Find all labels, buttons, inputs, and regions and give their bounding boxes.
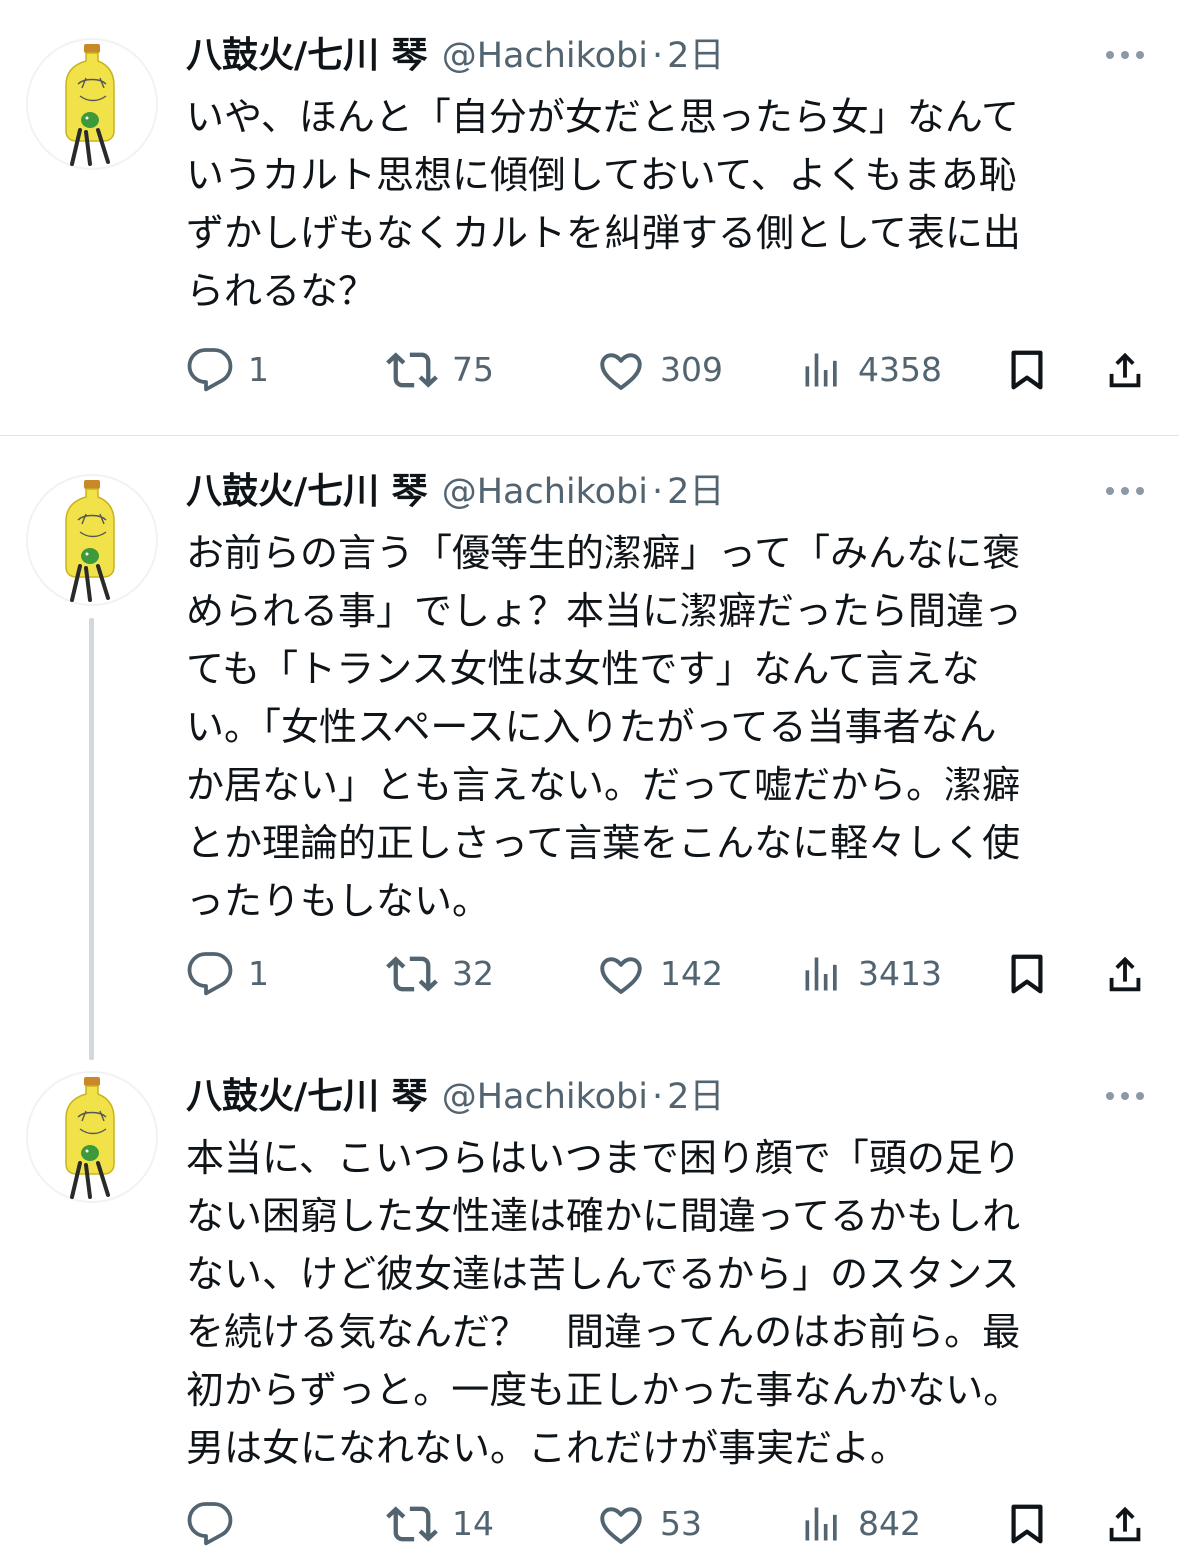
author-name[interactable]: 八鼓火/七川 琴 bbox=[186, 1069, 428, 1125]
more-icon[interactable] bbox=[1102, 40, 1148, 70]
views-icon bbox=[800, 348, 844, 392]
separator-dot: · bbox=[651, 472, 664, 512]
author-handle[interactable]: @Hachikobi bbox=[442, 1069, 648, 1125]
views-count: 3413 bbox=[858, 954, 942, 993]
action-bar: 1 75 309 4358 bbox=[186, 340, 1151, 400]
share-button[interactable] bbox=[1102, 944, 1148, 1004]
more-icon[interactable] bbox=[1102, 476, 1148, 506]
author-name[interactable]: 八鼓火/七川 琴 bbox=[186, 464, 428, 520]
heart-icon bbox=[596, 949, 646, 999]
more-icon[interactable] bbox=[1102, 1081, 1148, 1111]
like-count: 309 bbox=[660, 350, 723, 389]
reply-count: 1 bbox=[248, 954, 269, 993]
views-count: 842 bbox=[858, 1504, 921, 1543]
avatar[interactable] bbox=[26, 1071, 158, 1203]
tweet-header: 八鼓火/七川 琴 @Hachikobi · 2日 bbox=[186, 464, 724, 520]
reply-button[interactable] bbox=[186, 1494, 248, 1554]
reply-icon bbox=[186, 346, 234, 394]
share-icon bbox=[1102, 347, 1148, 393]
avatar[interactable] bbox=[26, 474, 158, 606]
like-count: 142 bbox=[660, 954, 723, 993]
repost-count: 75 bbox=[452, 350, 494, 389]
tweet-header: 八鼓火/七川 琴 @Hachikobi · 2日 bbox=[186, 28, 724, 84]
thread-connector-line bbox=[89, 618, 94, 1060]
tweet-1[interactable]: 八鼓火/七川 琴 @Hachikobi · 2日 いや、ほんと「自分が女だと思ったら女… bbox=[0, 0, 1179, 435]
repost-count: 14 bbox=[452, 1504, 494, 1543]
bookmark-button[interactable] bbox=[1004, 340, 1050, 400]
separator-dot: · bbox=[651, 1077, 664, 1117]
views-count: 4358 bbox=[858, 350, 942, 389]
repost-icon bbox=[386, 1498, 438, 1550]
author-handle[interactable]: @Hachikobi bbox=[442, 28, 648, 84]
share-button[interactable] bbox=[1102, 340, 1148, 400]
avatar-image bbox=[26, 38, 158, 170]
reply-button[interactable]: 1 bbox=[186, 944, 269, 1004]
share-button[interactable] bbox=[1102, 1494, 1148, 1554]
repost-button[interactable]: 14 bbox=[386, 1494, 494, 1554]
like-button[interactable]: 309 bbox=[596, 340, 723, 400]
timestamp[interactable]: 2日 bbox=[667, 28, 724, 84]
bookmark-icon bbox=[1004, 1501, 1050, 1547]
timestamp[interactable]: 2日 bbox=[667, 464, 724, 520]
tweet-text: お前らの言う「優等生的潔癖」って「みんなに褒 められる事」でしょ？本当に潔癖だっ… bbox=[186, 531, 1023, 923]
views-button[interactable]: 4358 bbox=[800, 340, 942, 400]
like-button[interactable]: 53 bbox=[596, 1494, 702, 1554]
repost-icon bbox=[386, 344, 438, 396]
tweet-2[interactable]: 八鼓火/七川 琴 @Hachikobi · 2日 お前らの言う「優等生的潔癖」って「み… bbox=[0, 436, 1179, 1060]
heart-icon bbox=[596, 345, 646, 395]
bookmark-button[interactable] bbox=[1004, 1494, 1050, 1554]
tweet-3[interactable]: 八鼓火/七川 琴 @Hachikobi · 2日 本当に、こいつらはいつまで困り顔で「… bbox=[0, 1045, 1179, 1567]
separator-dot: · bbox=[651, 36, 664, 76]
tweet-text: 本当に、こいつらはいつまで困り顔で「頭の足り ない困窮した女性達は確かに間違って… bbox=[186, 1136, 1022, 1470]
share-icon bbox=[1102, 951, 1148, 997]
views-button[interactable]: 3413 bbox=[800, 944, 942, 1004]
author-name[interactable]: 八鼓火/七川 琴 bbox=[186, 28, 428, 84]
repost-button[interactable]: 75 bbox=[386, 340, 494, 400]
repost-button[interactable]: 32 bbox=[386, 944, 494, 1004]
heart-icon bbox=[596, 1499, 646, 1549]
reply-count: 1 bbox=[248, 350, 269, 389]
bookmark-icon bbox=[1004, 347, 1050, 393]
action-bar: 1 32 142 3413 bbox=[186, 944, 1151, 1004]
views-button[interactable]: 842 bbox=[800, 1494, 921, 1554]
reply-icon bbox=[186, 1500, 234, 1548]
avatar-image bbox=[26, 474, 158, 606]
author-handle[interactable]: @Hachikobi bbox=[442, 464, 648, 520]
views-icon bbox=[800, 952, 844, 996]
bookmark-button[interactable] bbox=[1004, 944, 1050, 1004]
like-button[interactable]: 142 bbox=[596, 944, 723, 1004]
reply-icon bbox=[186, 950, 234, 998]
like-count: 53 bbox=[660, 1504, 702, 1543]
tweet-header: 八鼓火/七川 琴 @Hachikobi · 2日 bbox=[186, 1069, 724, 1125]
share-icon bbox=[1102, 1501, 1148, 1547]
repost-icon bbox=[386, 948, 438, 1000]
reply-button[interactable]: 1 bbox=[186, 340, 269, 400]
avatar[interactable] bbox=[26, 38, 158, 170]
views-icon bbox=[800, 1502, 844, 1546]
timestamp[interactable]: 2日 bbox=[667, 1069, 724, 1125]
avatar-image bbox=[26, 1071, 158, 1203]
tweet-text: いや、ほんと「自分が女だと思ったら女」なんて いうカルト思想に傾倒しておいて、よ… bbox=[186, 95, 1021, 313]
action-bar: 14 53 842 bbox=[186, 1494, 1151, 1554]
bookmark-icon bbox=[1004, 951, 1050, 997]
repost-count: 32 bbox=[452, 954, 494, 993]
